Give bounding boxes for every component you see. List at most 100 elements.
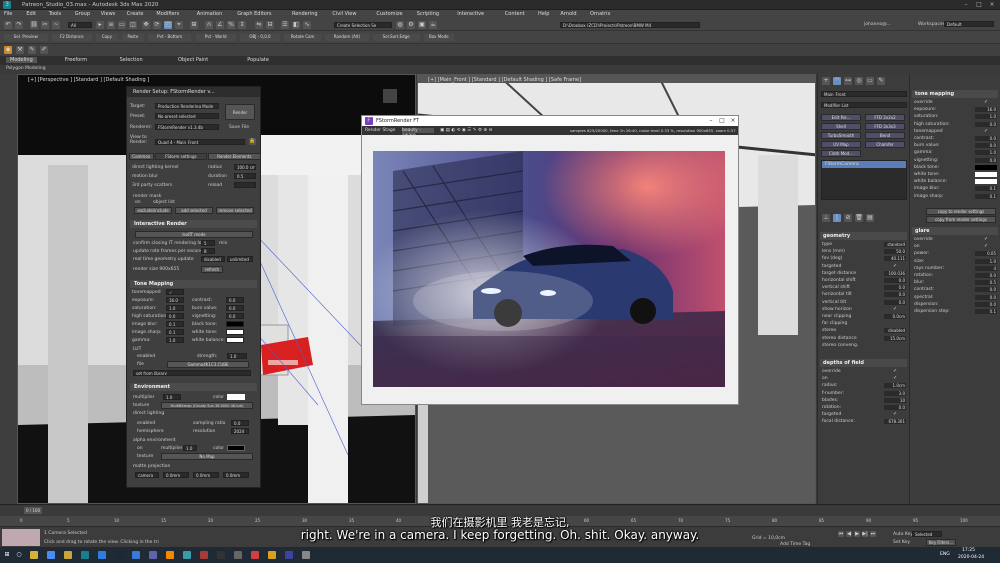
param-value[interactable]: 1.0 [975,150,997,156]
param-value[interactable]: 0.0 [975,301,997,307]
percent-snap-icon[interactable]: % [227,21,235,29]
script-icon[interactable]: ◆ [4,46,12,54]
resolution-field[interactable]: 2024 [231,428,249,434]
ribbon-tab[interactable]: Selection [116,57,147,63]
modifier-button[interactable]: Chamfer [865,141,905,148]
environment-header[interactable]: Environment [130,383,257,391]
fb-close-icon[interactable]: × [729,117,737,125]
render-setup-tab[interactable]: FStorm settings [154,153,208,160]
param-checkbox[interactable]: ✓ [984,244,989,249]
param-value[interactable]: 1.0 [975,114,997,120]
tool-button[interactable]: F2 Distance [51,34,92,41]
update-rate-field[interactable]: 8 [201,248,215,254]
realtime-dropdown[interactable]: disabled [201,256,225,262]
target-dropdown[interactable]: Production Rendering Mode [155,103,219,109]
param-value[interactable]: 0.0 [975,157,997,163]
tool-button[interactable]: Paste [121,34,144,41]
param-checkbox[interactable]: ✓ [893,369,898,374]
tone-value[interactable]: 0.1 [166,321,184,327]
param-checkbox[interactable]: ✓ [893,412,898,417]
tool-button[interactable]: Sel.Sort.Edge [372,34,420,41]
param-value[interactable]: standard [884,242,906,247]
param-value[interactable]: 1.0 [975,258,997,264]
photoshop-icon[interactable] [98,551,106,559]
menu-graph-editors[interactable]: Graph Editors [237,11,271,17]
create-tab-icon[interactable]: + [822,77,830,85]
lut-file-button[interactable]: Gamma4K1C3.CUBE [167,361,249,368]
param-value[interactable]: 0.5 [975,280,997,286]
teams-icon[interactable] [149,551,157,559]
param-value[interactable]: 0.0 [975,136,997,141]
param-value[interactable]: 0.0 [975,143,997,149]
mask-button[interactable]: add selected [175,207,213,214]
tone-value[interactable]: 0.1 [166,329,184,335]
param-value[interactable]: 0.0 [975,287,997,293]
make-unique-icon[interactable]: ⊘ [844,214,852,222]
tool-button[interactable]: Pvt - World [195,34,236,41]
menu-customize[interactable]: Customize [376,11,402,17]
vlc-icon[interactable] [166,551,174,559]
ribbon-tab[interactable]: Populate [243,57,273,63]
param-checkbox[interactable]: ✓ [984,128,989,134]
perspective-viewport-label[interactable]: [+] [Perspective ] [Standard ] [Default … [28,77,149,83]
scene-explorer-icon[interactable]: ☰ [281,21,289,29]
render-stage-dropdown[interactable]: beauty - aware [402,128,434,138]
menu-tools[interactable]: Tools [49,11,61,17]
rendered-image[interactable] [373,151,725,387]
glare-header[interactable]: glare [912,227,998,235]
dof-header[interactable]: depths of field [820,359,907,367]
param-checkbox[interactable]: ✓ [893,306,898,312]
tone-value[interactable] [226,321,244,327]
front-viewport-label[interactable]: [+] [Main_Front ] [Standard ] [Default S… [428,77,581,83]
align-icon[interactable]: ⊟ [266,21,274,29]
configure-sets-icon[interactable]: ▤ [866,214,874,222]
param-value[interactable]: 0.1 [975,309,997,314]
workspace-dropdown[interactable]: Default [944,21,994,27]
maximize-icon[interactable]: □ [973,1,985,9]
brush-icon[interactable]: ✐ [40,46,48,54]
modifier-button[interactable]: FFD 3x3x3 [865,123,905,130]
tone-value[interactable] [226,329,244,335]
motion-tab-icon[interactable]: ◎ [855,77,863,85]
menu-edit[interactable]: Edit [26,11,36,17]
env-color-swatch[interactable] [227,394,245,400]
param-value[interactable]: 0.1 [975,186,997,192]
modifier-button[interactable]: UV Map [821,141,861,148]
matte-camera-dropdown[interactable]: camera [135,472,159,478]
modifier-button[interactable]: FFD 2x2x2 [865,114,905,121]
obs-icon[interactable] [217,551,225,559]
mask-list-label[interactable]: object list [153,200,175,205]
save-file-checkbox[interactable]: Save File [229,125,249,130]
tool-button[interactable]: Rotate Cam [284,34,322,41]
fb-icons[interactable]: ▣ ▤ ◐ ⟲ ◉ ☰ ✎ ⚙ ⊕ ⊖ [440,126,492,135]
modifier-button[interactable]: Bend [865,132,905,139]
rect-select-icon[interactable]: ▭ [118,21,126,29]
tool-button[interactable]: Pvt - Bottom [147,34,192,41]
pivot-icon[interactable]: ⊞ [190,21,198,29]
display-tab-icon[interactable]: ▭ [866,77,874,85]
m-icon[interactable] [268,551,276,559]
param-value[interactable]: 50.0 [884,249,906,255]
k-icon[interactable] [285,551,293,559]
link-icon[interactable]: ⛓ [30,21,38,29]
tool-button[interactable]: Copy [95,34,118,41]
menu-group[interactable]: Group [75,11,90,17]
remove-modifier-icon[interactable]: 🗑 [855,214,863,222]
param-checkbox[interactable]: ✓ [893,376,898,381]
window-crossing-icon[interactable]: ◫ [129,21,137,29]
param-value[interactable]: 0.0 [884,285,906,291]
param-value[interactable]: 1.0cm [884,383,906,389]
alpha-on-checkbox[interactable]: on [137,446,143,451]
param-value[interactable]: 3.0 [884,390,906,396]
redo-icon[interactable]: ↷ [15,21,23,29]
param-value[interactable]: 10 [884,397,906,403]
option-value[interactable] [234,182,256,188]
modifier-button[interactable]: TurboSmooth [821,132,861,139]
extra-icon[interactable] [302,551,310,559]
tone-mapping-panel-header[interactable]: tone mapping [912,90,998,98]
tool-button[interactable]: Random (Alt) [325,34,369,41]
wrench-icon[interactable]: ✎ [28,46,36,54]
mask-button[interactable]: remove selected [216,207,254,214]
pin-stack-icon[interactable]: ⊥ [822,214,830,222]
curve-editor-icon[interactable]: ∿ [303,21,311,29]
